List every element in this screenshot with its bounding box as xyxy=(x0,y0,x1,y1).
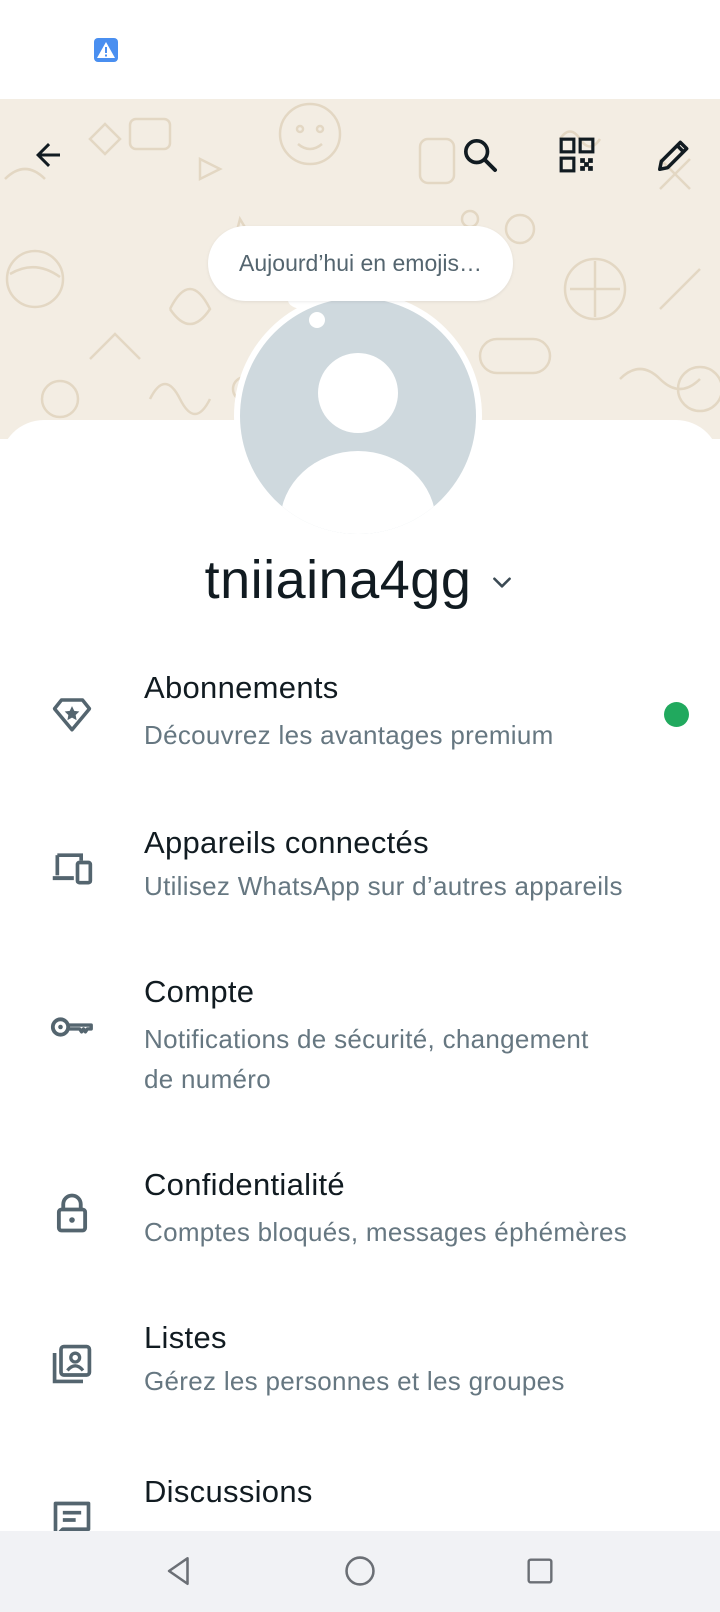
menu-title: Abonnements xyxy=(144,670,339,705)
nav-home-button[interactable] xyxy=(336,1547,384,1595)
nav-recents-button[interactable] xyxy=(516,1547,564,1595)
menu-subtitle: Découvrez les avantages premium xyxy=(144,720,554,750)
qr-code-button[interactable] xyxy=(553,131,601,179)
chat-icon xyxy=(48,1496,96,1531)
triangle-back-icon xyxy=(167,1556,189,1586)
lock-icon xyxy=(48,1189,96,1237)
menu-title: Listes xyxy=(144,1320,227,1355)
menu-item-appareils-connectes[interactable]: Appareils connectés Utilisez WhatsApp su… xyxy=(0,823,720,933)
menu-subtitle: Utilisez WhatsApp sur d’autres appareils xyxy=(144,871,623,901)
square-recents-icon xyxy=(527,1558,553,1584)
new-badge-dot xyxy=(664,702,689,727)
search-button[interactable] xyxy=(456,131,504,179)
menu-title: Appareils connectés xyxy=(144,825,429,860)
chevron-down-icon[interactable] xyxy=(489,569,515,595)
nav-back-button[interactable] xyxy=(155,1547,203,1595)
bubble-tail-dot xyxy=(309,312,325,328)
status-bar xyxy=(0,0,720,99)
system-nav-bar xyxy=(0,1531,720,1612)
menu-subtitle: Comptes bloqués, messages éphémères xyxy=(144,1217,628,1247)
menu-item-confidentialite[interactable]: Confidentialité Comptes bloqués, message… xyxy=(0,1165,720,1275)
menu-subtitle-line2: de numéro xyxy=(144,1064,271,1094)
menu-item-abonnements[interactable]: Abonnements Découvrez les avantages prem… xyxy=(0,668,720,778)
menu-title: Compte xyxy=(144,974,255,1009)
menu-item-discussions[interactable]: Discussions xyxy=(0,1472,720,1531)
arrow-left-icon xyxy=(36,143,60,167)
circle-home-icon xyxy=(345,1556,375,1586)
menu-title: Confidentialité xyxy=(144,1167,345,1202)
qr-code-icon xyxy=(559,137,595,173)
pencil-icon xyxy=(658,140,689,171)
status-note-text: Aujourd’hui en emojis… xyxy=(239,250,482,276)
contact-list-icon xyxy=(48,1340,96,1388)
diamond-star-icon xyxy=(48,690,96,738)
key-icon xyxy=(48,1003,96,1051)
person-silhouette-icon xyxy=(280,353,436,534)
back-button[interactable] xyxy=(24,131,72,179)
devices-icon xyxy=(48,844,96,892)
profile-name-row[interactable]: tniiaina4gg xyxy=(0,545,720,615)
status-note-bubble[interactable]: Aujourd’hui en emojis… xyxy=(208,226,513,301)
edit-profile-button[interactable] xyxy=(650,131,698,179)
menu-subtitle: Gérez les personnes et les groupes xyxy=(144,1366,565,1396)
profile-name: tniiaina4gg xyxy=(204,550,472,610)
avatar-placeholder xyxy=(240,298,476,534)
menu-item-compte[interactable]: Compte Notifications de sécurité, change… xyxy=(0,972,720,1122)
search-icon xyxy=(464,139,497,172)
menu-subtitle-line1: Notifications de sécurité, changement xyxy=(144,1024,589,1054)
warning-icon xyxy=(94,38,118,62)
menu-title: Discussions xyxy=(144,1474,313,1509)
avatar[interactable] xyxy=(234,292,482,540)
menu-item-listes[interactable]: Listes Gérez les personnes et les groupe… xyxy=(0,1318,720,1428)
